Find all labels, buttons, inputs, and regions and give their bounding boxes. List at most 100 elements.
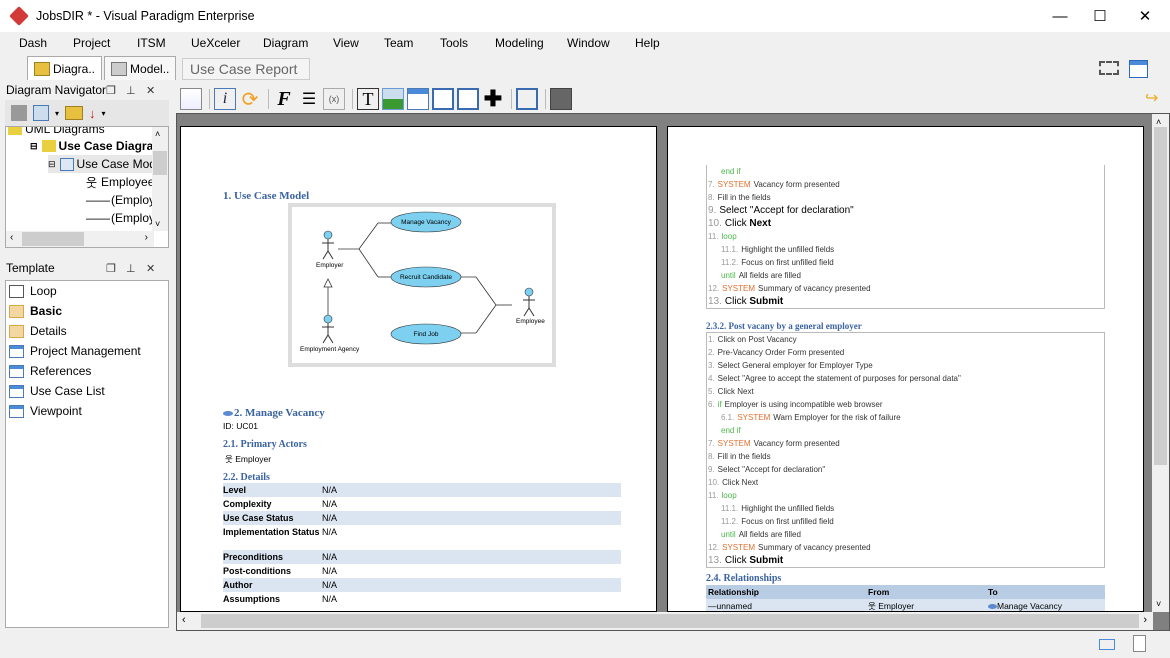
- table-icon: [9, 364, 24, 378]
- menu-uexceler[interactable]: UeXceler: [191, 36, 240, 50]
- menu-dash[interactable]: Dash: [19, 36, 47, 50]
- menu-tools[interactable]: Tools: [440, 36, 468, 50]
- open-folder-icon[interactable]: [65, 106, 84, 120]
- menu-window[interactable]: Window: [567, 36, 610, 50]
- template-item-basic[interactable]: Basic: [6, 301, 168, 321]
- step-number: 12.: [708, 543, 720, 552]
- flow-step: 2. Pre-Vacancy Order Form presented: [707, 346, 1104, 359]
- table-icon: [9, 384, 24, 398]
- dropdown-icon[interactable]: ▾: [102, 109, 106, 118]
- tab-diagram-navigator[interactable]: Diagra..: [27, 56, 103, 80]
- step-number: 10.: [708, 478, 720, 487]
- table-row: Level N/A: [223, 483, 621, 497]
- menu-diagram[interactable]: Diagram: [263, 36, 308, 50]
- template-item-references[interactable]: References: [6, 361, 168, 381]
- use-case-diagram[interactable]: Employer Employment Agency Employee Mana…: [288, 203, 556, 367]
- text-icon[interactable]: T: [357, 88, 379, 110]
- menu-modeling[interactable]: Modeling: [495, 36, 544, 50]
- report-page-1: 1. Use Case Model Employer Employment Ag…: [180, 126, 657, 612]
- folder-icon: [41, 140, 56, 152]
- template-item-details[interactable]: Details: [6, 321, 168, 341]
- tree-item-selected[interactable]: ⊟ Use Case Mode: [48, 155, 163, 173]
- scroll-thumb[interactable]: [1154, 127, 1167, 465]
- navigator-toolbar: ▾ ↓ ▾: [5, 100, 169, 126]
- actor-label: Employment Agency: [300, 346, 360, 353]
- page-break-icon[interactable]: [457, 88, 479, 110]
- breadcrumb[interactable]: Use Case Report: [182, 58, 310, 80]
- breadcrumb-label: Use Case Report: [190, 61, 298, 77]
- usecase-diagram-icon: [59, 157, 74, 171]
- step-text: Vacancy form presented: [753, 180, 840, 189]
- variable-icon[interactable]: (x): [323, 88, 345, 110]
- menu-help[interactable]: Help: [635, 36, 660, 50]
- maximize-button[interactable]: ☐: [1077, 0, 1123, 32]
- notes-icon[interactable]: [1133, 635, 1146, 652]
- mail-icon[interactable]: [1099, 639, 1115, 650]
- info-icon[interactable]: i: [214, 88, 236, 110]
- page-setup-icon[interactable]: [516, 88, 538, 110]
- template-item-project-management[interactable]: Project Management: [6, 341, 168, 361]
- template-item-viewpoint[interactable]: Viewpoint: [6, 401, 168, 421]
- menu-view[interactable]: View: [333, 36, 359, 50]
- navigator-header: Diagram Navigator ❐ ⊥ ✕: [6, 83, 166, 97]
- table-header: Relationship From To: [706, 585, 1105, 599]
- fit-view-icon[interactable]: [1099, 61, 1119, 75]
- dropdown-icon[interactable]: ▾: [55, 109, 59, 118]
- tree-item[interactable]: ⊟ Use Case Diagra: [30, 137, 153, 155]
- menu-project[interactable]: Project: [73, 36, 110, 50]
- page-break-icon[interactable]: [432, 88, 454, 110]
- add-icon[interactable]: ✚: [482, 86, 504, 111]
- flow-step: 12. SYSTEM Summary of vacancy presented: [707, 541, 1104, 554]
- close-panel-icon[interactable]: ✕: [146, 84, 155, 97]
- pin-icon[interactable]: ⊥: [126, 84, 136, 97]
- new-diagram-icon[interactable]: [11, 105, 27, 121]
- tree-layout-icon[interactable]: [33, 105, 49, 121]
- close-button[interactable]: ✕: [1122, 0, 1168, 32]
- float-icon[interactable]: ❐: [106, 84, 116, 97]
- table-icon: [9, 404, 24, 418]
- scroll-thumb[interactable]: [153, 151, 167, 175]
- scroll-thumb[interactable]: [22, 232, 84, 246]
- tree-hscrollbar[interactable]: ‹ ›: [6, 231, 154, 247]
- control-keyword: loop: [721, 491, 737, 500]
- step-number: 13.: [708, 296, 722, 307]
- two-page-view-icon[interactable]: [550, 88, 572, 110]
- step-number: 9.: [708, 205, 717, 216]
- menu-team[interactable]: Team: [384, 36, 413, 50]
- menu-itsm[interactable]: ITSM: [137, 36, 166, 50]
- template-header: Template ❐ ⊥ ✕: [6, 261, 166, 275]
- tree-item[interactable]: 웃 Employee: [86, 173, 154, 191]
- step-text: Click Submit: [724, 555, 784, 566]
- flow-step: 7. SYSTEM Vacancy form presented: [707, 437, 1104, 450]
- sort-icon[interactable]: ↓: [89, 106, 96, 121]
- close-panel-icon[interactable]: ✕: [146, 262, 155, 275]
- step-text: Highlight the unfilled fields: [741, 504, 835, 513]
- left-panel: Diagra.. Model.. Diagram Navigator ❐ ⊥ ✕…: [0, 54, 177, 630]
- scroll-thumb[interactable]: [201, 614, 1139, 628]
- list-icon[interactable]: ☰: [298, 88, 320, 110]
- pin-icon[interactable]: ⊥: [126, 262, 136, 275]
- table-icon[interactable]: [407, 88, 429, 110]
- step-number: 3.: [708, 361, 715, 370]
- tab-model-explorer[interactable]: Model..: [104, 56, 177, 80]
- template-item-use-case-list[interactable]: Use Case List: [6, 381, 168, 401]
- section-heading: 2. Manage Vacancy: [223, 407, 325, 419]
- image-icon[interactable]: [382, 88, 404, 110]
- format-icon[interactable]: F: [273, 88, 295, 110]
- step-number: 10.: [708, 218, 722, 229]
- step-text: Focus on first unfilled field: [741, 517, 834, 526]
- report-table-icon[interactable]: [180, 88, 202, 110]
- title-bar: JobsDIR * - Visual Paradigm Enterprise —…: [0, 0, 1170, 32]
- refresh-icon[interactable]: ⟳: [239, 88, 261, 111]
- panel-layout-icon[interactable]: [1129, 60, 1148, 78]
- viewer-vscrollbar[interactable]: ˄ ˅: [1152, 114, 1169, 612]
- template-icon: [9, 304, 24, 318]
- step-number: 11.1.: [721, 245, 739, 254]
- export-icon[interactable]: ↪: [1145, 88, 1165, 108]
- viewer-hscrollbar[interactable]: ‹ ›: [177, 612, 1153, 630]
- tree-vscrollbar[interactable]: ˄ ˅: [152, 127, 168, 231]
- usecase-find-job: Find Job: [390, 323, 462, 345]
- float-icon[interactable]: ❐: [106, 262, 116, 275]
- tab-label: Model..: [130, 61, 170, 76]
- template-item-loop[interactable]: Loop: [6, 281, 168, 301]
